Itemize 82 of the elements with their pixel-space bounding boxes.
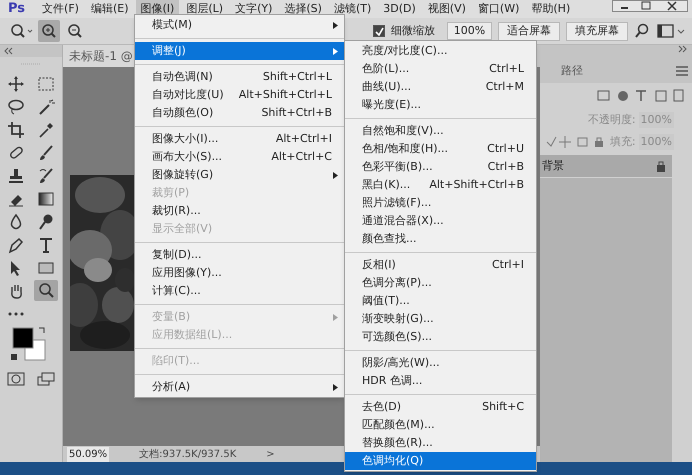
option-button[interactable]: 填充屏幕 [566,22,628,40]
zoom-field[interactable]: 100% [447,22,492,40]
zoom-readout: 50.09% [67,446,110,462]
menu-item[interactable]: 渐变映射(G)... [345,310,536,328]
menu-item[interactable]: 文字(Y) [230,0,278,18]
quick-mask-icon[interactable] [7,372,25,386]
menu-item[interactable]: 帮助(H) [526,0,576,18]
menu-item[interactable]: 自然饱和度(V)... [345,122,536,140]
menu-item[interactable]: 亮度/对比度(C)... [345,42,536,60]
menu-item[interactable]: 曝光度(E)... [345,96,536,114]
shortcut-text: Shift+C [482,398,524,415]
menu-item[interactable]: 滤镜(T) [328,0,376,18]
menu-item[interactable]: 复制(D)... [135,246,344,264]
shortcut-text: Ctrl+M [486,78,524,95]
menu-item[interactable]: 通道混合器(X)... [345,212,536,230]
expand-arrow[interactable]: > [266,446,275,462]
menu-item[interactable]: 裁切(R)... [135,202,344,220]
shortcut-text: Ctrl+I [492,256,524,273]
menu-item[interactable]: 反相(I) Ctrl+I [345,256,536,274]
menu-item[interactable]: 计算(C)... [135,282,344,300]
menu-item[interactable]: 可选颜色(S)... [345,328,536,346]
shortcut-text: Ctrl+U [487,140,524,157]
menu-item[interactable]: 选择(S) [279,0,327,18]
menu-item[interactable]: 画布大小(S)... Alt+Ctrl+C [135,148,344,166]
menu-item[interactable]: 图层(L) [181,0,228,18]
checkbox-label: 细微缩放 [391,22,435,39]
menu-item[interactable]: 曲线(U)... Ctrl+M [345,78,536,96]
menu-item[interactable]: 文件(F) [37,0,84,18]
menu-item[interactable]: 编辑(E) [86,0,134,18]
menu-item[interactable]: 色调分离(P)... [345,274,536,292]
menu-item[interactable]: 替换颜色(R)... [345,434,536,452]
shortcut-text: Shift+Ctrl+B [261,104,332,121]
menu-icon[interactable] [675,65,689,77]
menu-item[interactable]: 色彩平衡(B)... Ctrl+B [345,158,536,176]
collapse-icon[interactable] [3,47,13,55]
menu-item[interactable]: 匹配颜色(M)... [345,416,536,434]
layer-name: 背景 [542,158,564,174]
fill-label: 填充: [610,134,636,150]
checkbox[interactable] [373,25,385,37]
menu-item[interactable]: 模式(M) [135,16,344,34]
zoom-in-icon[interactable] [38,20,60,42]
shortcut-text: Alt+Ctrl+C [271,148,332,165]
menu-item[interactable]: 视图(V) [422,0,471,18]
shortcut-text: Alt+Ctrl+I [276,130,332,147]
menu-item[interactable]: 色调均化(Q) [345,452,536,470]
menu-item[interactable]: 色相/饱和度(H)... Ctrl+U [345,140,536,158]
menu-item[interactable]: 应用图像(Y)... [135,264,344,282]
shortcut-text: Ctrl+L [489,60,524,77]
app-logo: Ps [8,0,26,18]
document-info: 文档:937.5K/937.5K [139,448,236,462]
menu-item[interactable]: 窗口(W) [472,0,524,18]
layer-row[interactable]: 背景 [540,155,672,177]
menu-item[interactable]: 自动对比度(U) Alt+Shift+Ctrl+L [135,86,344,104]
screen-mode-icon[interactable] [37,372,55,386]
menu-item[interactable]: 阈值(T)... [345,292,536,310]
menu-item[interactable]: HDR 色调... [345,372,536,390]
opacity-label: 不透明度: [588,112,636,128]
menu-item[interactable]: 自动色调(N) Shift+Ctrl+L [135,68,344,86]
menu-item[interactable]: 黑白(K)... Alt+Shift+Ctrl+B [345,176,536,194]
lock-icon[interactable] [656,160,666,172]
menu-item[interactable]: 阴影/高光(W)... [345,354,536,372]
shortcut-text: Ctrl+B [488,158,524,175]
search-icon[interactable] [634,23,650,39]
menu-item[interactable]: 颜色查找... [345,230,536,248]
menu-item[interactable]: 调整(J) [135,42,344,60]
menu-item[interactable]: 色阶(L)... Ctrl+L [345,60,536,78]
menu-item[interactable]: 去色(D) Shift+C [345,398,536,416]
menu-item[interactable]: 图像大小(I)... Alt+Ctrl+I [135,130,344,148]
shortcut-text: Alt+Shift+Ctrl+L [238,86,332,103]
shortcut-text: Alt+Shift+Ctrl+B [429,176,524,193]
zoom-icon[interactable] [34,280,58,301]
expand-icon[interactable] [678,45,688,53]
menu-item[interactable]: 自动颜色(O) Shift+Ctrl+B [135,104,344,122]
menu-item[interactable]: 图像旋转(G) [135,166,344,184]
menu-item[interactable]: 照片滤镜(F)... [345,194,536,212]
checkmark-icon [374,26,384,36]
menu-item[interactable]: 分析(A) [135,378,344,396]
shortcut-text: Shift+Ctrl+L [262,68,332,85]
option-button[interactable]: 适合屏幕 [498,22,560,40]
screen-mode-icon[interactable] [656,23,686,39]
layer-filter-icons[interactable] [596,89,686,103]
menu-item[interactable]: 3D(D) [378,0,421,18]
